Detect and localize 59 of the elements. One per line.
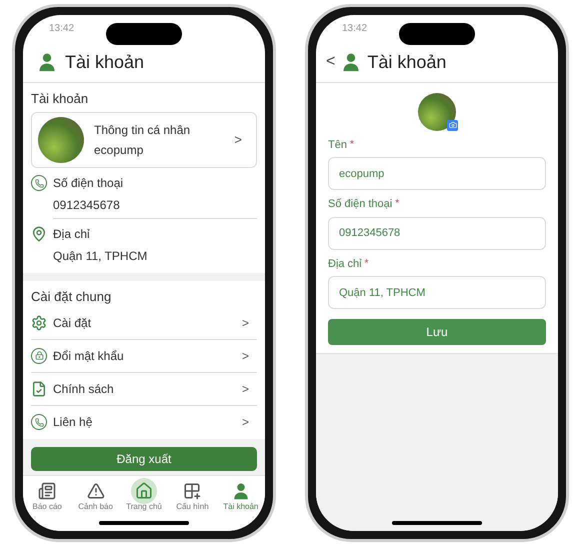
menu-label: Cài đặt xyxy=(53,314,92,332)
profile-card[interactable]: Thông tin cá nhân ecopump > xyxy=(31,112,257,168)
camera-badge-icon[interactable] xyxy=(447,120,458,130)
user-icon xyxy=(232,482,250,500)
grid-plus-icon xyxy=(183,482,202,500)
input-field[interactable]: ecopump xyxy=(328,157,546,190)
home-icon xyxy=(135,482,154,500)
tab-item[interactable]: Báo cáo xyxy=(23,482,72,512)
tab-item[interactable]: Tài khoản xyxy=(216,482,265,512)
screen-title: Tài khoản xyxy=(367,50,446,74)
phone-icon xyxy=(31,414,47,430)
document-check-icon xyxy=(31,380,47,396)
profile-name: ecopump xyxy=(94,142,144,159)
settings-menu-item[interactable]: Liên hệ > xyxy=(31,406,257,438)
field-label: Địa chỉ xyxy=(328,256,362,272)
menu-label: Đổi mật khẩu xyxy=(53,348,125,364)
field-label: Tên xyxy=(328,138,347,152)
avatar-photo-placeholder xyxy=(418,92,456,130)
screen-title: Tài khoản xyxy=(65,50,144,74)
save-button[interactable]: Lưu xyxy=(328,319,546,345)
menu-label: Liên hệ xyxy=(53,414,94,431)
location-pin-icon xyxy=(31,226,47,242)
user-icon xyxy=(341,52,362,72)
status-time: 13:42 xyxy=(49,22,74,36)
chevron: > xyxy=(242,314,250,332)
chevron: > xyxy=(242,414,250,431)
chevron: > xyxy=(242,348,250,364)
phone-icon xyxy=(31,175,47,191)
settings-menu-item[interactable]: Cài đặt > xyxy=(31,306,257,340)
field-label: Số điện thoại xyxy=(328,197,392,212)
menu-label: Chính sách xyxy=(53,380,115,398)
tab-item[interactable]: Cấu hình xyxy=(168,482,217,512)
settings-menu-item[interactable]: Chính sách > xyxy=(31,372,257,406)
required-mark: * xyxy=(350,138,354,152)
profile-title: Thông tin cá nhân xyxy=(94,122,192,139)
settings-menu-item[interactable]: Đổi mật khẩu > xyxy=(31,340,257,372)
tab-item[interactable]: Trang chủ xyxy=(120,482,168,512)
chevron: > xyxy=(234,131,243,150)
settings-icon xyxy=(31,314,47,330)
lock-icon xyxy=(31,348,47,364)
logout-button[interactable]: Đăng xuất xyxy=(31,446,257,470)
user-icon xyxy=(37,52,57,72)
section-heading: Tài khoản xyxy=(31,90,90,108)
back-button[interactable]: < xyxy=(326,50,336,74)
required-mark: * xyxy=(395,197,400,211)
tab-item[interactable]: Cảnh báo xyxy=(71,482,120,512)
detail-label: Địa chỉ xyxy=(53,226,90,243)
detail-label: Số điện thoại xyxy=(53,175,124,192)
detail-value: 0912345678 xyxy=(52,197,121,214)
input-field[interactable]: Quận 11, TPHCM xyxy=(328,276,546,309)
input-field[interactable]: 0912345678 xyxy=(328,216,546,250)
warning-icon xyxy=(86,482,105,500)
avatar-photo-placeholder xyxy=(38,117,84,163)
required-mark: * xyxy=(364,256,369,270)
chevron: > xyxy=(242,380,250,398)
section-heading: Cài đặt chung xyxy=(31,288,112,306)
status-time: 13:42 xyxy=(342,22,368,36)
newspaper-icon xyxy=(38,482,56,500)
detail-value: Quận 11, TPHCM xyxy=(52,248,148,265)
